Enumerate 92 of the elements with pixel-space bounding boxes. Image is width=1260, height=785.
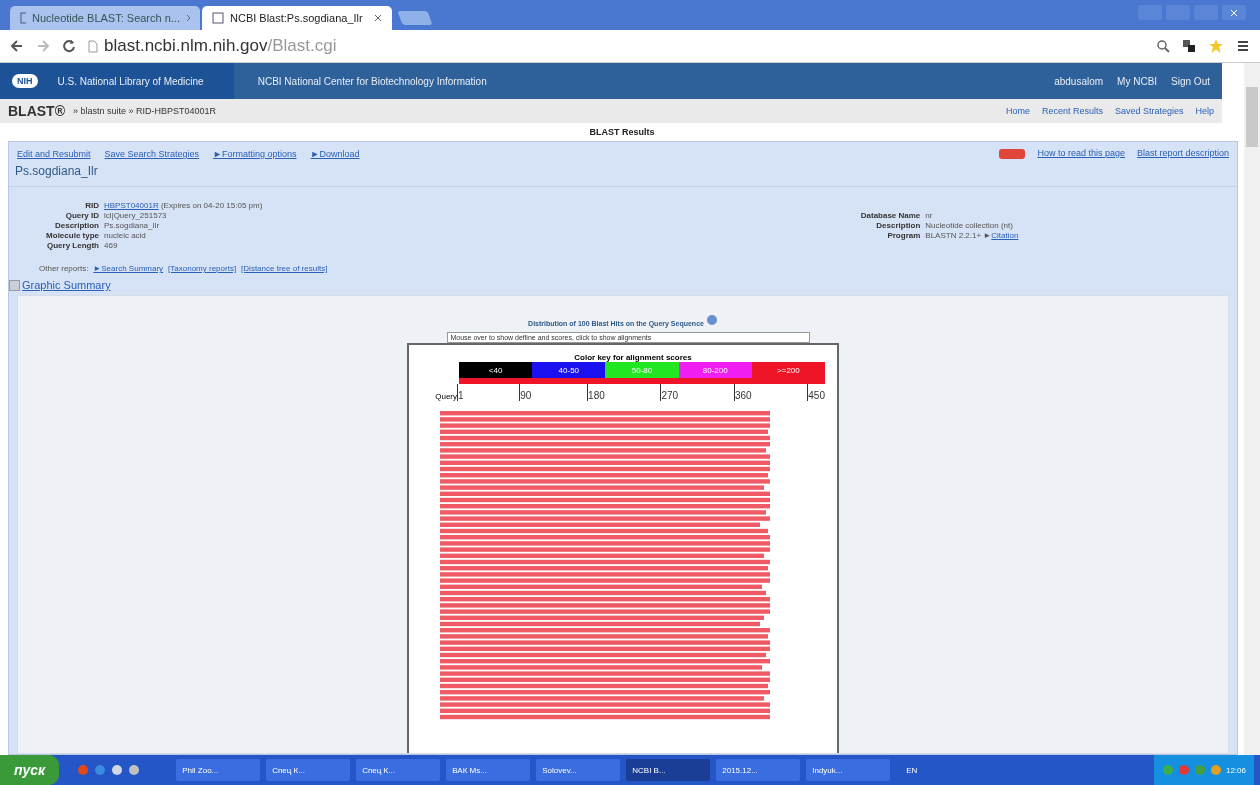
report-link[interactable]: ►Search Summary xyxy=(93,264,164,273)
info-value: nr xyxy=(925,211,934,220)
breadcrumb: » blastn suite » RID-HBPST04001R xyxy=(73,106,217,116)
info-value: BLASTN 2.2.1+ ► xyxy=(925,231,992,240)
info-value: Ps.sogdiana_Ilr xyxy=(104,221,161,230)
info-label: Description xyxy=(875,221,921,230)
report-link[interactable]: [Distance tree of results] xyxy=(241,264,328,273)
nav-link[interactable]: Help xyxy=(1195,106,1214,116)
taskbar-item[interactable]: ВАК Ms... xyxy=(446,759,531,781)
guide-link[interactable]: Blast report description xyxy=(1136,148,1229,160)
axis-tick: 270 xyxy=(660,384,679,401)
collapse-toggle[interactable] xyxy=(9,279,20,291)
blast-logo[interactable]: BLAST® xyxy=(8,103,65,119)
info-label: Database Name xyxy=(859,211,921,220)
info-label: Query Length xyxy=(46,241,99,250)
reload-icon[interactable] xyxy=(62,39,76,53)
language-indicator[interactable]: EN xyxy=(906,765,918,775)
toolbar-link[interactable]: ►Formatting options xyxy=(213,149,297,159)
taskbar-item[interactable]: Phil Zoo... xyxy=(176,759,261,781)
taskbar-item[interactable]: Спец К... xyxy=(356,759,441,781)
info-value: lcl|Query_251573 xyxy=(104,211,168,220)
scrollbar[interactable] xyxy=(1244,63,1260,755)
scroll-thumb[interactable] xyxy=(1246,87,1258,147)
score-key: 80-200 xyxy=(678,362,752,378)
back-icon[interactable] xyxy=(10,39,24,53)
reports-label: Other reports: xyxy=(39,264,89,273)
axis-tick: 1 xyxy=(457,384,464,401)
section-link[interactable]: Graphic Summary xyxy=(22,279,111,291)
citation-link[interactable]: Citation xyxy=(991,231,1019,240)
score-key: 40-50 xyxy=(532,362,606,378)
video-icon[interactable] xyxy=(999,148,1026,160)
score-key: >=200 xyxy=(751,362,825,378)
info-value: 469 xyxy=(104,241,119,250)
guide-link[interactable]: How to read this page xyxy=(1037,148,1125,160)
page-icon xyxy=(212,12,224,24)
start-button[interactable]: пуск xyxy=(0,755,60,785)
query-label: Query xyxy=(434,391,458,401)
info-label: Description xyxy=(54,221,99,230)
nih-logo[interactable]: NIH xyxy=(12,74,38,88)
close-icon[interactable] xyxy=(186,14,190,22)
menu-icon[interactable] xyxy=(1236,39,1250,53)
taskbar-item[interactable]: Solovev... xyxy=(536,759,621,781)
taskbar-item[interactable]: NCBI B... xyxy=(626,759,711,781)
page-icon xyxy=(20,12,26,24)
query-title: Ps.sogdiana_Ilr xyxy=(9,162,1237,187)
nav-link[interactable]: Saved Strategies xyxy=(1114,106,1184,116)
clock: 12:06 xyxy=(1225,765,1246,775)
taskbar-item[interactable]: 2015.12... xyxy=(716,759,801,781)
toolbar-link[interactable]: ►Download xyxy=(310,149,360,159)
axis-tick: 360 xyxy=(733,384,752,401)
score-key: 50-80 xyxy=(605,362,679,378)
taskbar-item[interactable]: Indyuk... xyxy=(806,759,891,781)
header-link[interactable]: Sign Out xyxy=(1171,75,1210,87)
info-label: Program xyxy=(886,231,921,240)
header-link[interactable]: abdusalom xyxy=(1054,75,1104,87)
taskbar-item[interactable]: Спец К... xyxy=(266,759,351,781)
toolbar-link[interactable]: Edit and Resubmit xyxy=(17,149,91,159)
help-icon[interactable] xyxy=(705,314,718,326)
info-value: Nucleotide collection (nt) xyxy=(925,221,1014,230)
tray-icon[interactable] xyxy=(1161,764,1174,776)
info-label: Query ID xyxy=(64,211,99,220)
rid-link[interactable]: HBPST04001R xyxy=(104,201,159,210)
tray-icon[interactable] xyxy=(1177,764,1190,776)
report-link[interactable]: [Taxonomy reports] xyxy=(168,264,237,273)
expiry-note: (Expires on 04-20 15:05 pm) xyxy=(160,201,263,210)
close-icon[interactable] xyxy=(374,14,382,22)
key-title: Color key for alignment scores xyxy=(574,353,692,362)
axis-tick: 450 xyxy=(807,384,825,401)
forward-icon[interactable] xyxy=(36,39,50,53)
axis-tick: 90 xyxy=(519,384,532,401)
nav-link[interactable]: Home xyxy=(1005,106,1030,116)
info-value: nucleic acid xyxy=(104,231,147,240)
zoom-icon[interactable] xyxy=(1156,39,1170,53)
score-key: <40 xyxy=(459,362,533,378)
info-label: RID xyxy=(84,201,99,210)
page-icon xyxy=(88,39,98,53)
toolbar-link[interactable]: Save Search Strategies xyxy=(104,149,200,159)
translate-icon[interactable] xyxy=(1182,39,1196,53)
tray-icon[interactable] xyxy=(1209,764,1222,776)
address-field[interactable]: blast.ncbi.nlm.nih.gov/Blast.cgi xyxy=(104,36,337,56)
ncbi-link[interactable]: NCBI National Center for Biotechnology Information xyxy=(233,75,1055,87)
axis-tick: 180 xyxy=(587,384,605,401)
new-tab-button[interactable] xyxy=(397,11,433,25)
library-link[interactable]: U.S. National Library of Medicine xyxy=(57,75,204,87)
star-icon[interactable] xyxy=(1208,38,1224,54)
nav-link[interactable]: Recent Results xyxy=(1041,106,1103,116)
header-link[interactable]: My NCBI xyxy=(1117,75,1158,87)
browser-tab[interactable]: Nucleotide BLAST: Search n... xyxy=(10,6,200,30)
page-title: BLAST Results xyxy=(588,126,656,139)
close-button[interactable] xyxy=(1222,5,1246,20)
browser-tab[interactable]: NCBI Blast:Ps.sogdiana_Ilr xyxy=(202,6,392,30)
info-label: Molecule type xyxy=(45,231,99,240)
